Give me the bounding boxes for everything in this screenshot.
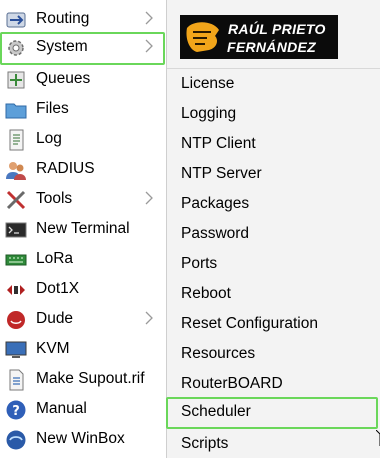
submenu-item-scheduler[interactable]: Scheduler bbox=[166, 397, 378, 429]
menu-item-queues[interactable]: Queues bbox=[0, 64, 165, 94]
chevron-right-icon bbox=[145, 311, 153, 325]
chevron-right-icon bbox=[145, 39, 153, 53]
svg-text:?: ? bbox=[12, 404, 20, 419]
submenu-item-resources[interactable]: Resources bbox=[167, 339, 380, 369]
menu-item-lora[interactable]: LoRa bbox=[0, 244, 165, 274]
terminal-icon bbox=[5, 222, 27, 238]
submenu-item-label: Scheduler bbox=[181, 403, 251, 420]
menu-item-label: Routing bbox=[36, 10, 90, 27]
menu-item-label: RADIUS bbox=[36, 160, 95, 177]
gear-icon bbox=[8, 40, 24, 56]
menu-item-label: Queues bbox=[36, 70, 91, 87]
menu-item-label: New Terminal bbox=[36, 220, 130, 237]
mouse-cursor-icon bbox=[376, 430, 380, 446]
queues-icon bbox=[7, 71, 25, 89]
folder-icon bbox=[5, 103, 27, 119]
routing-icon bbox=[6, 12, 26, 28]
submenu-item-label: Packages bbox=[181, 195, 250, 212]
menu-item-kvm[interactable]: KVM bbox=[0, 334, 165, 364]
submenu-item-scripts[interactable]: Scripts bbox=[167, 429, 380, 459]
document-icon bbox=[9, 369, 24, 391]
menu-item-label: Manual bbox=[36, 400, 87, 417]
dude-icon bbox=[7, 311, 25, 329]
system-submenu: RAÚL PRIETO FERNÁNDEZ License Logging NT… bbox=[166, 0, 380, 459]
submenu-item-label: Reboot bbox=[181, 285, 231, 302]
menu-item-label: Files bbox=[36, 100, 69, 117]
logo-text-line2: FERNÁNDEZ bbox=[227, 39, 317, 55]
menu-item-new-winbox[interactable]: New WinBox bbox=[0, 424, 165, 454]
brand-logo: RAÚL PRIETO FERNÁNDEZ bbox=[180, 15, 338, 59]
dot1x-icon bbox=[7, 285, 25, 295]
submenu-item-label: RouterBOARD bbox=[181, 375, 283, 392]
submenu-item-ntp-client[interactable]: NTP Client bbox=[167, 129, 380, 159]
winbox-icon bbox=[6, 430, 26, 450]
menu-item-label: Tools bbox=[36, 190, 73, 207]
submenu-item-label: Password bbox=[181, 225, 250, 242]
menu-item-label: KVM bbox=[36, 340, 70, 357]
logo-mark-icon bbox=[186, 22, 219, 52]
menu-item-tools[interactable]: Tools bbox=[0, 184, 165, 214]
menu-item-dude[interactable]: Dude bbox=[0, 304, 165, 334]
submenu-item-ports[interactable]: Ports bbox=[167, 249, 380, 279]
chevron-right-icon bbox=[145, 191, 153, 205]
submenu-item-license[interactable]: License bbox=[167, 69, 380, 99]
main-menu: Routing System Queues Files Log RADIUS T… bbox=[0, 0, 167, 458]
submenu-item-reboot[interactable]: Reboot bbox=[167, 279, 380, 309]
tools-icon bbox=[6, 190, 26, 210]
submenu-item-label: NTP Client bbox=[181, 135, 256, 152]
submenu-item-logging[interactable]: Logging bbox=[167, 99, 380, 129]
chevron-right-icon bbox=[145, 11, 153, 25]
menu-item-manual[interactable]: ? Manual bbox=[0, 394, 165, 424]
submenu-item-packages[interactable]: Packages bbox=[167, 189, 380, 219]
menu-item-label: System bbox=[36, 38, 88, 55]
users-icon bbox=[6, 162, 26, 180]
log-icon bbox=[9, 129, 24, 151]
menu-item-routing[interactable]: Routing bbox=[0, 4, 165, 34]
menu-item-label: LoRa bbox=[36, 250, 74, 267]
menu-item-make-supout[interactable]: Make Supout.rif bbox=[0, 364, 165, 394]
menu-item-label: Dude bbox=[36, 310, 74, 327]
help-icon: ? bbox=[6, 400, 26, 420]
submenu-item-label: Scripts bbox=[181, 435, 229, 452]
submenu-item-label: Ports bbox=[181, 255, 218, 272]
menu-item-label: Log bbox=[36, 130, 62, 147]
menu-item-dot1x[interactable]: Dot1X bbox=[0, 274, 165, 304]
submenu-item-reset-configuration[interactable]: Reset Configuration bbox=[167, 309, 380, 339]
menu-item-files[interactable]: Files bbox=[0, 94, 165, 124]
submenu-item-label: Logging bbox=[181, 105, 237, 122]
submenu-item-label: Resources bbox=[181, 345, 256, 362]
submenu-item-ntp-server[interactable]: NTP Server bbox=[167, 159, 380, 189]
submenu-item-label: Reset Configuration bbox=[181, 315, 318, 332]
submenu-item-label: License bbox=[181, 75, 235, 92]
menu-item-label: New WinBox bbox=[36, 430, 125, 447]
menu-item-label: Make Supout.rif bbox=[36, 370, 145, 387]
menu-item-log[interactable]: Log bbox=[0, 124, 165, 154]
submenu-item-routerboard[interactable]: RouterBOARD bbox=[167, 369, 380, 399]
menu-item-system[interactable]: System bbox=[0, 32, 165, 65]
menu-item-label: Dot1X bbox=[36, 280, 80, 297]
submenu-item-label: NTP Server bbox=[181, 165, 262, 182]
menu-item-new-terminal[interactable]: New Terminal bbox=[0, 214, 165, 244]
monitor-icon bbox=[5, 341, 27, 358]
menu-item-radius[interactable]: RADIUS bbox=[0, 154, 165, 184]
logo-text-line1: RAÚL PRIETO bbox=[228, 21, 326, 37]
lora-icon bbox=[5, 254, 27, 266]
submenu-item-password[interactable]: Password bbox=[167, 219, 380, 249]
